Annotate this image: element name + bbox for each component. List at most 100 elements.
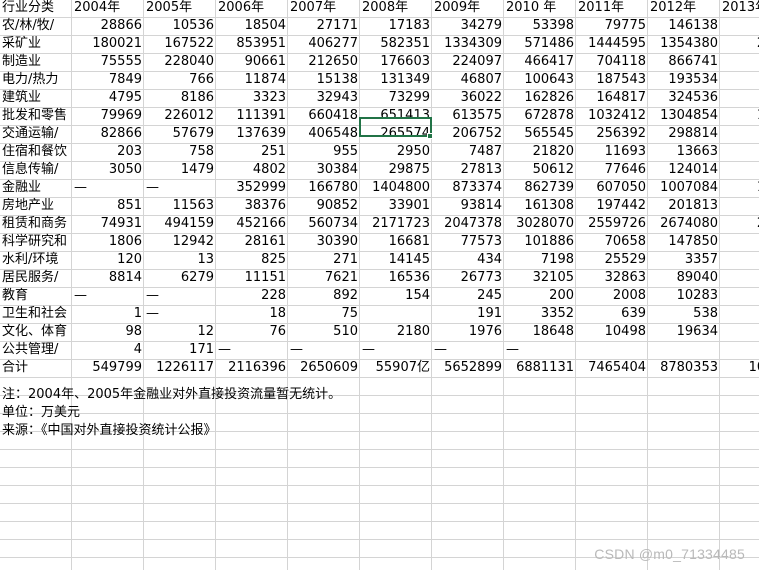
value-cell[interactable]: 90852: [288, 197, 360, 215]
value-cell[interactable]: 251: [216, 143, 288, 161]
value-cell[interactable]: 8: [720, 143, 759, 161]
value-cell[interactable]: 1806: [72, 233, 144, 251]
value-cell[interactable]: 32943: [288, 89, 360, 107]
value-cell[interactable]: 7198: [504, 251, 576, 269]
value-cell[interactable]: 147850: [648, 233, 720, 251]
value-cell[interactable]: 1226117: [144, 359, 216, 377]
category-cell[interactable]: 电力/热力: [0, 71, 72, 89]
value-cell[interactable]: 406548: [288, 125, 360, 143]
value-cell[interactable]: 955: [288, 143, 360, 161]
value-cell[interactable]: 1510: [720, 179, 759, 197]
header-cell-year[interactable]: 2009年: [432, 0, 504, 17]
category-cell[interactable]: 农/林/牧/: [0, 17, 72, 35]
value-cell[interactable]: 212650: [288, 53, 360, 71]
value-cell[interactable]: [648, 341, 720, 359]
value-cell[interactable]: 324536: [648, 89, 720, 107]
value-cell[interactable]: —: [144, 179, 216, 197]
value-cell[interactable]: 494159: [144, 215, 216, 233]
value-cell[interactable]: 28161: [216, 233, 288, 251]
value-cell[interactable]: 892: [288, 287, 360, 305]
value-cell[interactable]: 101886: [504, 233, 576, 251]
value-cell[interactable]: 5652899: [432, 359, 504, 377]
value-cell[interactable]: —: [144, 305, 216, 323]
value-cell[interactable]: —: [288, 341, 360, 359]
value-cell[interactable]: 11874: [216, 71, 288, 89]
value-cell[interactable]: 27813: [432, 161, 504, 179]
value-cell[interactable]: —: [144, 287, 216, 305]
value-cell[interactable]: 7487: [432, 143, 504, 161]
category-cell[interactable]: 居民服务/: [0, 269, 72, 287]
value-cell[interactable]: 3323: [216, 89, 288, 107]
value-cell[interactable]: 176603: [360, 53, 432, 71]
value-cell[interactable]: 8780353: [648, 359, 720, 377]
value-cell[interactable]: 8814: [72, 269, 144, 287]
value-cell[interactable]: 3357: [648, 251, 720, 269]
unit-cell[interactable]: 单位：万美元: [0, 404, 300, 422]
value-cell[interactable]: —: [72, 287, 144, 305]
category-cell[interactable]: 租赁和商务: [0, 215, 72, 233]
value-cell[interactable]: 719: [720, 53, 759, 71]
header-cell-year[interactable]: 2008年: [360, 0, 432, 17]
value-cell[interactable]: 187543: [576, 71, 648, 89]
value-cell[interactable]: 162826: [504, 89, 576, 107]
value-cell[interactable]: 18504: [216, 17, 288, 35]
value-cell[interactable]: 1007084: [648, 179, 720, 197]
value-cell[interactable]: 825: [216, 251, 288, 269]
source-cell[interactable]: 来源：《中国对外直接投资统计公报》: [0, 422, 300, 440]
value-cell[interactable]: 82866: [72, 125, 144, 143]
value-cell[interactable]: 3352: [504, 305, 576, 323]
value-cell[interactable]: 1479: [144, 161, 216, 179]
header-cell-year[interactable]: 2007年: [288, 0, 360, 17]
value-cell[interactable]: 704118: [576, 53, 648, 71]
value-cell[interactable]: 4802: [216, 161, 288, 179]
value-cell[interactable]: 11151: [216, 269, 288, 287]
value-cell[interactable]: 1304854: [648, 107, 720, 125]
value-cell[interactable]: 32105: [504, 269, 576, 287]
value-cell[interactable]: 28866: [72, 17, 144, 35]
value-cell[interactable]: [576, 341, 648, 359]
value-cell[interactable]: 571486: [504, 35, 576, 53]
value-cell[interactable]: 70658: [576, 233, 648, 251]
value-cell[interactable]: 124014: [648, 161, 720, 179]
spreadsheet-grid[interactable]: 行业分类 2004年 2005年 2006年 2007年 2008年 2009年 2010 年…: [0, 0, 759, 570]
value-cell[interactable]: —: [432, 341, 504, 359]
value-cell[interactable]: 164817: [576, 89, 648, 107]
value-cell[interactable]: 862739: [504, 179, 576, 197]
value-cell[interactable]: 77573: [432, 233, 504, 251]
value-cell[interactable]: 10498: [576, 323, 648, 341]
value-cell[interactable]: 140: [720, 161, 759, 179]
value-cell[interactable]: 10283: [648, 287, 720, 305]
value-cell[interactable]: 2480: [720, 35, 759, 53]
value-cell[interactable]: 29875: [360, 161, 432, 179]
category-cell[interactable]: 批发和零售: [0, 107, 72, 125]
value-cell[interactable]: 226012: [144, 107, 216, 125]
value-cell[interactable]: 14145: [360, 251, 432, 269]
category-cell[interactable]: 金融业: [0, 179, 72, 197]
value-cell[interactable]: 651413: [360, 107, 432, 125]
value-cell[interactable]: 245: [432, 287, 504, 305]
value-cell[interactable]: 90661: [216, 53, 288, 71]
value-cell[interactable]: 7465404: [576, 359, 648, 377]
value-cell[interactable]: 11693: [576, 143, 648, 161]
value-cell[interactable]: 34279: [432, 17, 504, 35]
value-cell[interactable]: 2047378: [432, 215, 504, 233]
value-cell[interactable]: 613575: [432, 107, 504, 125]
value-cell[interactable]: 2008: [576, 287, 648, 305]
header-cell-year[interactable]: 2012年: [648, 0, 720, 17]
value-cell[interactable]: 112: [720, 269, 759, 287]
value-cell[interactable]: 13: [144, 251, 216, 269]
value-cell[interactable]: 137639: [216, 125, 288, 143]
value-cell[interactable]: 1976: [432, 323, 504, 341]
value-cell[interactable]: 76: [216, 323, 288, 341]
value-cell[interactable]: 93814: [432, 197, 504, 215]
category-cell[interactable]: 水利/环境: [0, 251, 72, 269]
value-cell[interactable]: 1334309: [432, 35, 504, 53]
header-cell-year[interactable]: 2011年: [576, 0, 648, 17]
category-cell[interactable]: 教育: [0, 287, 72, 305]
value-cell[interactable]: 38376: [216, 197, 288, 215]
category-cell[interactable]: 制造业: [0, 53, 72, 71]
category-cell[interactable]: 采矿业: [0, 35, 72, 53]
value-cell[interactable]: 57679: [144, 125, 216, 143]
value-cell[interactable]: 452166: [216, 215, 288, 233]
value-cell[interactable]: —: [360, 341, 432, 359]
